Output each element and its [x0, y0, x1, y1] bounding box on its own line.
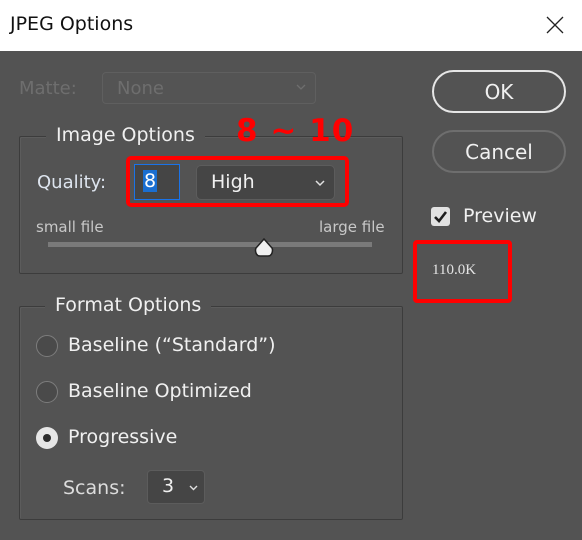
annotation-highlight-file-size [413, 240, 512, 303]
image-options-legend: Image Options [46, 124, 205, 146]
format-options-legend: Format Options [45, 294, 212, 316]
quality-label: Quality: [37, 172, 107, 193]
quality-slider-track[interactable] [48, 242, 372, 247]
radio-baseline-standard[interactable] [36, 335, 58, 357]
matte-select[interactable]: None [102, 72, 316, 104]
radio-label-baseline-optimized[interactable]: Baseline Optimized [68, 380, 252, 402]
radio-label-progressive[interactable]: Progressive [68, 426, 177, 448]
scans-label: Scans: [63, 477, 126, 499]
radio-baseline-optimized[interactable] [36, 381, 58, 403]
radio-label-baseline-standard[interactable]: Baseline (“Standard”) [68, 334, 276, 356]
large-file-label: large file [319, 218, 385, 236]
radio-progressive[interactable] [36, 427, 58, 449]
scans-select[interactable]: 3 [147, 470, 205, 504]
scans-value: 3 [162, 475, 175, 497]
annotation-highlight-quality [126, 156, 349, 207]
chevron-down-icon [296, 84, 306, 90]
annotation-label: 8 ~ 10 [236, 113, 355, 149]
matte-value: None [117, 78, 164, 99]
preview-checkbox[interactable] [431, 207, 450, 226]
close-button[interactable] [540, 10, 570, 40]
matte-label: Matte: [19, 78, 77, 99]
title-bar: JPEG Options [0, 0, 582, 51]
quality-slider-thumb[interactable] [253, 237, 275, 259]
checkmark-icon [434, 211, 448, 223]
preview-label[interactable]: Preview [463, 205, 537, 227]
dialog-title: JPEG Options [10, 13, 134, 35]
close-icon [546, 16, 564, 34]
ok-button[interactable]: OK [432, 70, 566, 113]
cancel-button[interactable]: Cancel [432, 130, 566, 173]
chevron-down-icon [189, 485, 198, 491]
small-file-label: small file [36, 218, 104, 236]
